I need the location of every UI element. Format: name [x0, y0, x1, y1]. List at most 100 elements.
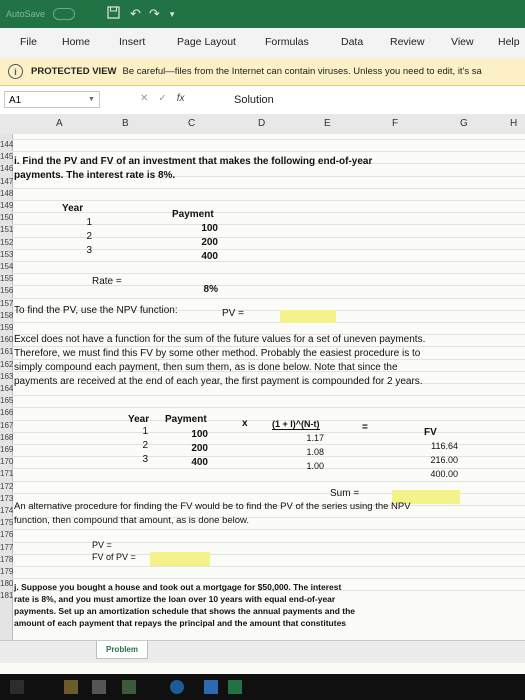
- fv-table-fv-header: FV: [424, 427, 437, 438]
- row-header[interactable]: 174: [0, 506, 13, 515]
- column-header-a[interactable]: A: [56, 118, 63, 129]
- row-header[interactable]: 156: [0, 286, 13, 295]
- row-header[interactable]: 179: [0, 567, 13, 576]
- row-header[interactable]: 146: [0, 164, 13, 173]
- row-header[interactable]: 168: [0, 433, 13, 442]
- excel-icon[interactable]: [228, 680, 242, 694]
- row-header[interactable]: 158: [0, 311, 13, 320]
- row-header[interactable]: 171: [0, 469, 13, 478]
- row-header[interactable]: 150: [0, 213, 13, 222]
- row-header[interactable]: 167: [0, 421, 13, 430]
- row-header[interactable]: 155: [0, 274, 13, 283]
- sheet-tab-problem[interactable]: Problem: [96, 641, 148, 659]
- row-header[interactable]: 144: [0, 140, 13, 149]
- tab-file[interactable]: File: [20, 36, 37, 48]
- column-header-d[interactable]: D: [258, 118, 265, 129]
- row-header[interactable]: 175: [0, 518, 13, 527]
- store-icon[interactable]: [204, 680, 218, 694]
- row-header[interactable]: 165: [0, 396, 13, 405]
- tab-formulas[interactable]: Formulas: [265, 36, 309, 48]
- grid-line: [12, 431, 525, 433]
- edge-icon[interactable]: [170, 680, 184, 694]
- row-header[interactable]: 164: [0, 384, 13, 393]
- start-icon[interactable]: [10, 680, 24, 694]
- row-header[interactable]: 176: [0, 530, 13, 539]
- tab-home[interactable]: Home: [62, 36, 90, 48]
- row-header[interactable]: 154: [0, 262, 13, 271]
- row-header[interactable]: 157: [0, 299, 13, 308]
- row-header[interactable]: 172: [0, 482, 13, 491]
- file-explorer-icon[interactable]: [64, 680, 78, 694]
- alternative-line-1: An alternative procedure for finding the…: [14, 501, 411, 512]
- row-header[interactable]: 180: [0, 579, 13, 588]
- chevron-down-icon[interactable]: ▼: [88, 96, 95, 103]
- column-header-f[interactable]: F: [392, 118, 398, 129]
- insert-function-icon[interactable]: fx: [177, 93, 185, 104]
- row-header[interactable]: 169: [0, 445, 13, 454]
- save-icon[interactable]: [107, 6, 120, 22]
- row-header[interactable]: 162: [0, 360, 13, 369]
- autosave-label[interactable]: AutoSave: [6, 9, 45, 19]
- sheet-tab-bar: Problem: [0, 640, 525, 663]
- fv-table-fv: 116.64: [431, 441, 458, 451]
- row-header[interactable]: 160: [0, 335, 13, 344]
- title-bar: AutoSave ↶ ↷ ▾: [0, 0, 525, 28]
- formula-input[interactable]: Solution: [234, 94, 274, 106]
- row-header[interactable]: 149: [0, 201, 13, 210]
- row-header[interactable]: 153: [0, 250, 13, 259]
- tab-page-layout[interactable]: Page Layout: [177, 36, 236, 48]
- column-header-e[interactable]: E: [324, 118, 331, 129]
- customize-qat-icon[interactable]: ▾: [170, 9, 175, 20]
- grid-line: [12, 297, 525, 299]
- grid-line: [12, 529, 525, 531]
- row-header[interactable]: 177: [0, 543, 13, 552]
- tab-data[interactable]: Data: [341, 36, 363, 48]
- grid-line: [12, 273, 525, 275]
- fv-table-payment-header: Payment: [165, 414, 207, 425]
- cancel-icon[interactable]: ✕: [140, 93, 158, 104]
- column-header-h[interactable]: H: [510, 118, 517, 129]
- row-header[interactable]: 159: [0, 323, 13, 332]
- info-icon: i: [8, 64, 23, 79]
- npv-instruction: To find the PV, use the NPV function:: [14, 305, 178, 316]
- column-header-b[interactable]: B: [122, 118, 129, 129]
- redo-icon[interactable]: ↷: [149, 6, 160, 22]
- taskbar: [0, 674, 525, 700]
- paragraph-line-4: payments are received at the end of each…: [14, 376, 423, 387]
- year-value: 3: [86, 245, 92, 256]
- worksheet-grid[interactable]: 144 145 146 147 148 149 150 151 152 153 154 155 156 1…: [0, 134, 525, 674]
- folder-icon[interactable]: [92, 680, 106, 694]
- row-header[interactable]: 181: [0, 591, 13, 600]
- row-header[interactable]: 178: [0, 555, 13, 564]
- row-header[interactable]: 151: [0, 225, 13, 234]
- question-j-line-1: j. Suppose you bought a house and took o…: [14, 582, 342, 592]
- column-header-g[interactable]: G: [460, 118, 468, 129]
- sum-label: Sum =: [330, 488, 360, 499]
- name-box[interactable]: A1: [4, 91, 100, 108]
- paragraph-line-2: Therefore, we must find this FV by some …: [14, 348, 421, 359]
- question-j-line-2: rate is 8%, and you must amortize the lo…: [14, 594, 336, 604]
- pv-answer-cell[interactable]: [280, 310, 336, 323]
- row-header[interactable]: 173: [0, 494, 13, 503]
- tab-view[interactable]: View: [451, 36, 474, 48]
- payment-value: 400: [201, 251, 218, 262]
- undo-icon[interactable]: ↶: [130, 6, 141, 22]
- row-header[interactable]: 147: [0, 177, 13, 186]
- excel-window: AutoSave ↶ ↷ ▾ File Home Insert Page Lay…: [0, 0, 525, 700]
- row-header[interactable]: 161: [0, 347, 13, 356]
- row-header[interactable]: 148: [0, 189, 13, 198]
- app-icon[interactable]: [122, 680, 136, 694]
- row-header[interactable]: 145: [0, 152, 13, 161]
- fv-of-pv-answer-cell[interactable]: [150, 552, 210, 566]
- grid-line: [12, 139, 525, 140]
- row-header[interactable]: 163: [0, 372, 13, 381]
- autosave-toggle[interactable]: [53, 8, 76, 20]
- tab-review[interactable]: Review: [390, 36, 424, 48]
- tab-insert[interactable]: Insert: [119, 36, 145, 48]
- enter-icon[interactable]: ✓: [158, 93, 176, 104]
- tab-help[interactable]: Help: [498, 36, 520, 48]
- row-header[interactable]: 170: [0, 457, 13, 466]
- row-header[interactable]: 152: [0, 238, 13, 247]
- column-header-c[interactable]: C: [188, 118, 195, 129]
- row-header[interactable]: 166: [0, 408, 13, 417]
